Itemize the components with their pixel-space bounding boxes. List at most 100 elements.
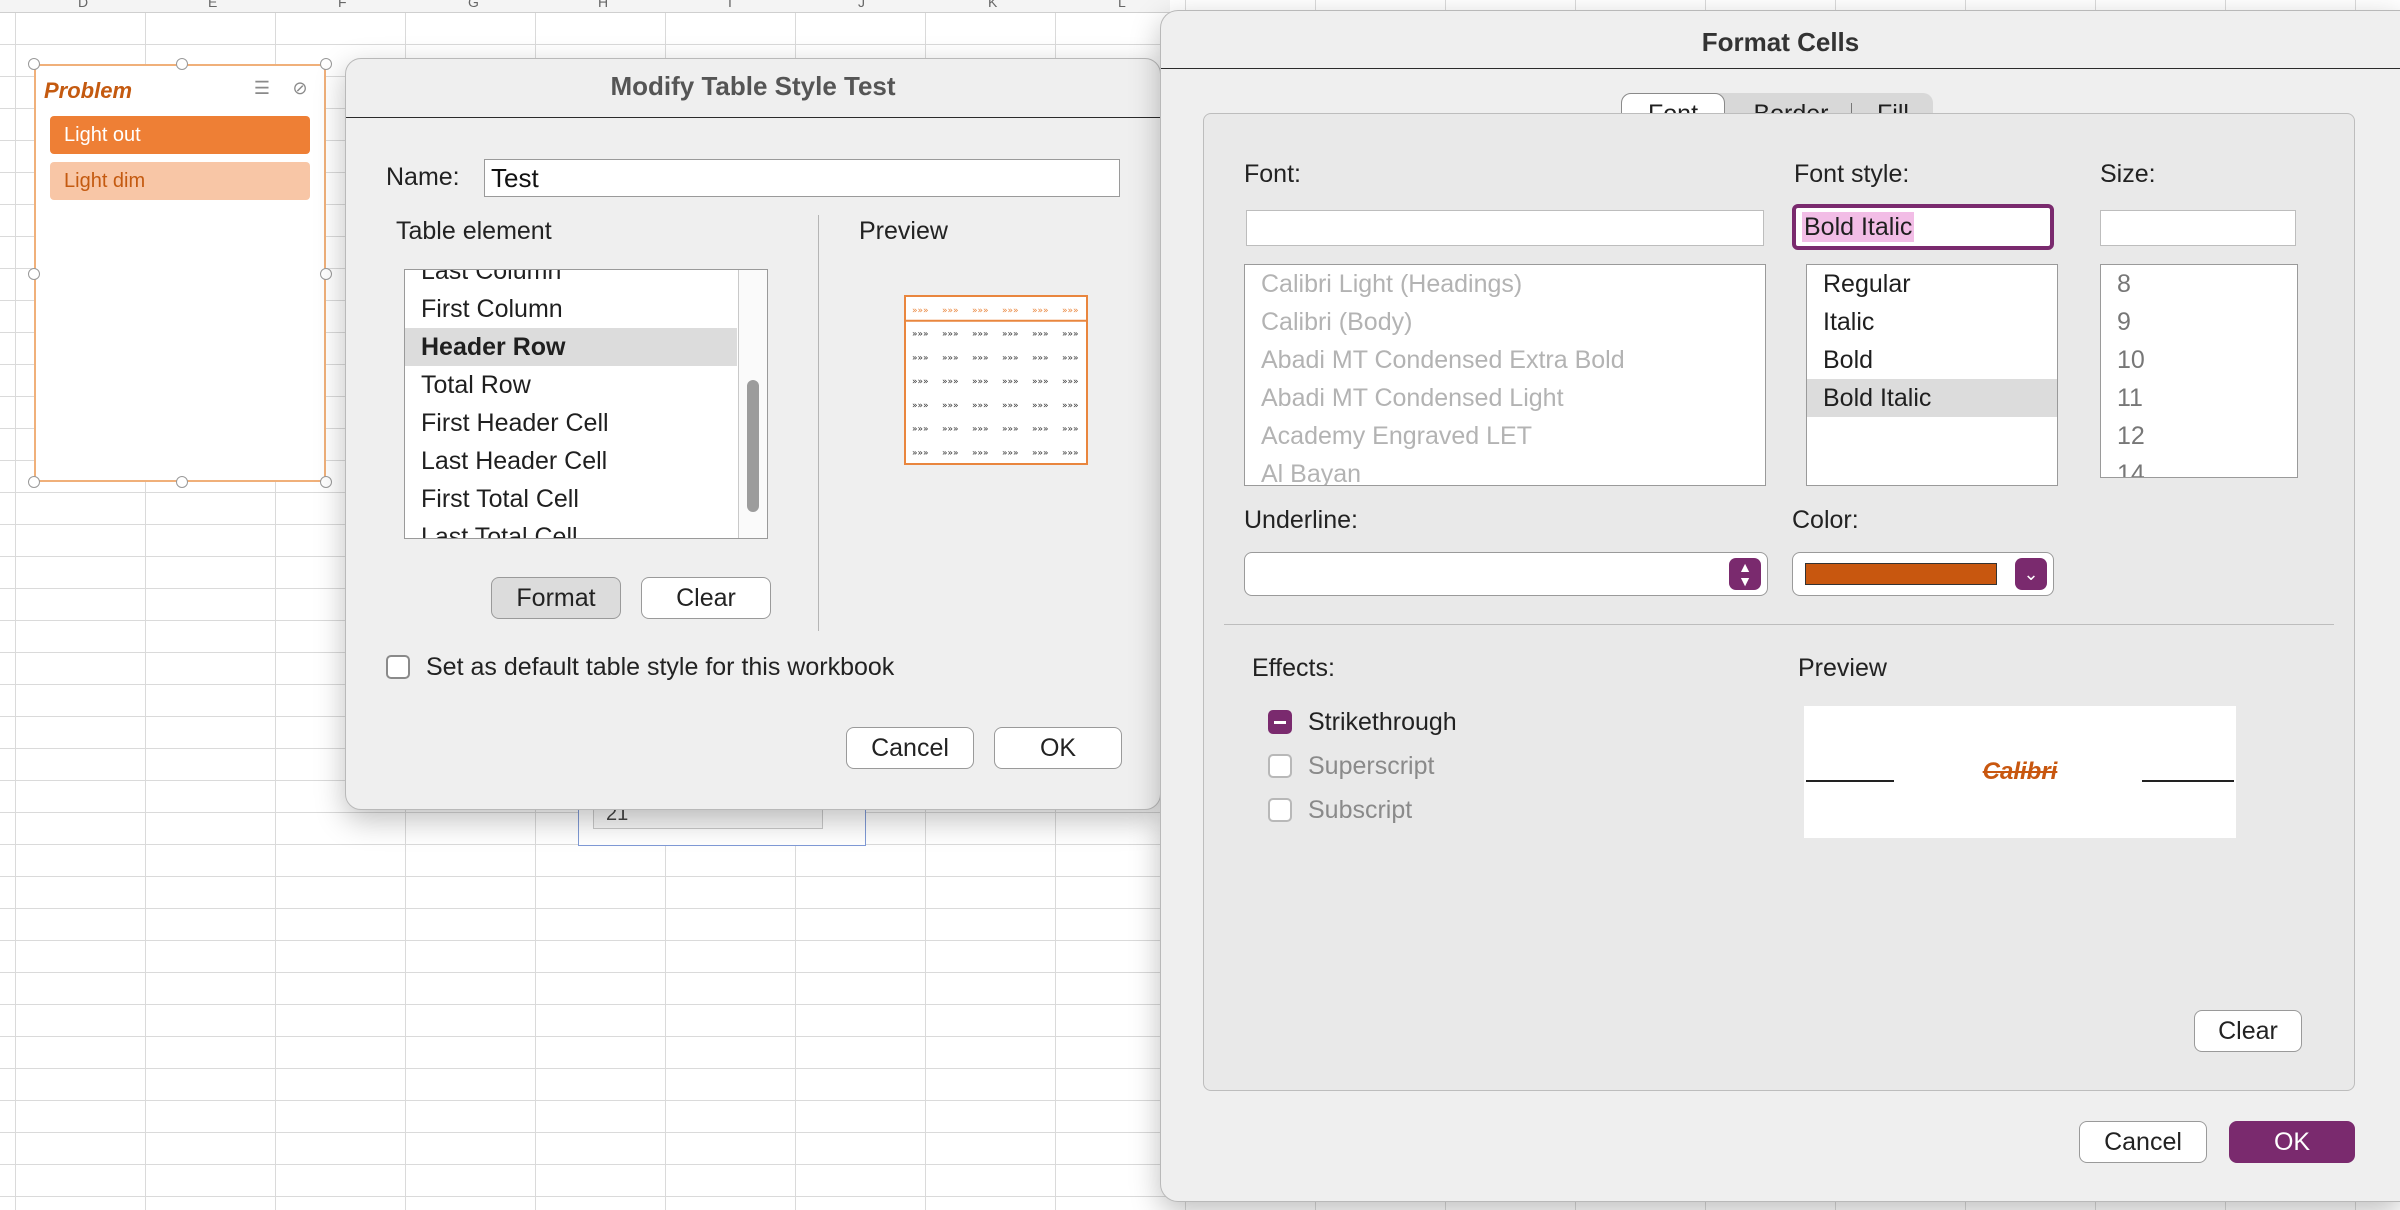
subscript-checkbox[interactable] <box>1268 798 1292 822</box>
font-style-list[interactable]: Regular Italic Bold Bold Italic <box>1806 264 2058 486</box>
format-cells-dialog[interactable]: Format Cells Font Border Fill Font: Cali… <box>1160 10 2400 1202</box>
list-item-header-row[interactable]: Header Row <box>405 328 737 366</box>
preview-body-cell: »»» <box>972 353 989 363</box>
list-item-last-header-cell[interactable]: Last Header Cell <box>405 442 737 480</box>
slicer-title: Problem <box>44 78 133 103</box>
list-item-first-header-cell[interactable]: First Header Cell <box>405 404 737 442</box>
slicer-item-light-dim[interactable]: Light dim <box>50 162 310 200</box>
preview-body-cell: »»» <box>942 448 959 458</box>
style-option-italic[interactable]: Italic <box>1807 303 2057 341</box>
multi-select-icon[interactable]: ☰ <box>248 76 276 100</box>
table-element-label: Table element <box>396 217 552 245</box>
preview-header-cell: »»» <box>942 306 959 316</box>
column-letter[interactable]: E <box>208 0 217 10</box>
size-option[interactable]: 8 <box>2101 265 2297 303</box>
column-letter[interactable]: D <box>78 0 88 10</box>
column-letter[interactable]: F <box>338 0 347 10</box>
effects-label: Effects: <box>1252 654 1335 682</box>
font-style-value: Bold Italic <box>1802 212 1915 242</box>
cancel-button[interactable]: Cancel <box>846 727 974 769</box>
resize-handle[interactable] <box>320 476 332 488</box>
preview-line-right <box>2142 780 2234 782</box>
strikethrough-checkbox[interactable] <box>1268 710 1292 734</box>
list-item-first-column[interactable]: First Column <box>405 290 737 328</box>
list-item-last-column[interactable]: Last Column <box>405 270 737 290</box>
resize-handle[interactable] <box>176 476 188 488</box>
font-option[interactable]: Al Bayan <box>1245 455 1765 485</box>
size-option[interactable]: 9 <box>2101 303 2297 341</box>
preview-body-cell: »»» <box>1032 330 1049 340</box>
slicer-panel[interactable]: Problem ☰ ⊘ Light out Light dim <box>28 58 332 488</box>
column-letter[interactable]: I <box>728 0 732 10</box>
size-option[interactable]: 11 <box>2101 379 2297 417</box>
list-item-last-total-cell[interactable]: Last Total Cell <box>405 518 737 538</box>
font-option[interactable]: Calibri (Body) <box>1245 303 1765 341</box>
preview-body-cell: »»» <box>1062 330 1079 340</box>
chevron-down-icon[interactable]: ⌄ <box>2015 558 2047 590</box>
size-option[interactable]: 14 <box>2101 455 2297 477</box>
slicer-item-light-out[interactable]: Light out <box>50 116 310 154</box>
default-style-checkbox[interactable] <box>386 655 410 679</box>
size-option[interactable]: 10 <box>2101 341 2297 379</box>
resize-handle[interactable] <box>320 268 332 280</box>
font-list[interactable]: Calibri Light (Headings) Calibri (Body) … <box>1244 264 1766 486</box>
font-style-input[interactable]: Bold Italic <box>1792 204 2054 250</box>
resize-handle[interactable] <box>28 58 40 70</box>
style-option-regular[interactable]: Regular <box>1807 265 2057 303</box>
column-letter[interactable]: G <box>468 0 479 10</box>
size-option[interactable]: 12 <box>2101 417 2297 455</box>
preview-body-cell: »»» <box>942 401 959 411</box>
preview-header-cell: »»» <box>1062 306 1079 316</box>
name-input[interactable] <box>484 159 1120 197</box>
font-preview-box: Calibri <box>1804 706 2236 838</box>
list-item-total-row[interactable]: Total Row <box>405 366 737 404</box>
size-input[interactable] <box>2100 210 2296 246</box>
scrollbar-track[interactable] <box>738 270 767 538</box>
size-list[interactable]: 8 9 10 11 12 14 <box>2100 264 2298 478</box>
font-option[interactable]: Abadi MT Condensed Light <box>1245 379 1765 417</box>
preview-body-cell: »»» <box>1062 401 1079 411</box>
color-select[interactable]: ⌄ <box>1792 552 2054 596</box>
column-letter[interactable]: L <box>1118 0 1126 10</box>
table-style-preview: »»» »»» »»» »»» »»» »»» »»» »»» »»» »»» »»» »»» »»» »… <box>904 295 1088 465</box>
list-item-first-total-cell[interactable]: First Total Cell <box>405 480 737 518</box>
resize-handle[interactable] <box>28 476 40 488</box>
clear-filter-icon[interactable]: ⊘ <box>286 76 314 100</box>
column-letter[interactable]: J <box>858 0 865 10</box>
preview-body-cell: »»» <box>1032 377 1049 387</box>
mixed-state-mark <box>1274 721 1286 724</box>
resize-handle[interactable] <box>28 268 40 280</box>
cancel-button[interactable]: Cancel <box>2079 1121 2207 1163</box>
preview-body-cell: »»» <box>1062 448 1079 458</box>
column-letter[interactable]: H <box>598 0 608 10</box>
style-option-bold[interactable]: Bold <box>1807 341 2057 379</box>
font-option[interactable]: Calibri Light (Headings) <box>1245 265 1765 303</box>
clear-button[interactable]: Clear <box>641 577 771 619</box>
style-option-bold-italic[interactable]: Bold Italic <box>1807 379 2057 417</box>
underline-select[interactable]: ▲ ▼ <box>1244 552 1768 596</box>
modify-table-style-dialog[interactable]: Modify Table Style Test Name: Table elem… <box>345 58 1161 810</box>
font-input[interactable] <box>1246 210 1764 246</box>
column-letter[interactable]: K <box>988 0 997 10</box>
format-button[interactable]: Format <box>491 577 621 619</box>
table-element-list[interactable]: Last Column First Column Header Row Tota… <box>404 269 768 539</box>
preview-body-cell: »»» <box>1002 401 1019 411</box>
size-label: Size: <box>2100 160 2156 188</box>
stepper-arrows-icon[interactable]: ▲ ▼ <box>1729 558 1761 590</box>
resize-handle[interactable] <box>176 58 188 70</box>
preview-body-cell: »»» <box>912 448 929 458</box>
ok-button[interactable]: OK <box>2229 1121 2355 1163</box>
preview-body-cell: »»» <box>1032 425 1049 435</box>
font-option[interactable]: Academy Engraved LET <box>1245 417 1765 455</box>
clear-button[interactable]: Clear <box>2194 1010 2302 1052</box>
preview-body-cell: »»» <box>1062 377 1079 387</box>
ok-button[interactable]: OK <box>994 727 1122 769</box>
resize-handle[interactable] <box>320 58 332 70</box>
scrollbar-thumb[interactable] <box>747 380 759 512</box>
preview-body-cell: »»» <box>912 401 929 411</box>
font-option[interactable]: Abadi MT Condensed Extra Bold <box>1245 341 1765 379</box>
superscript-checkbox[interactable] <box>1268 754 1292 778</box>
preview-body-cell: »»» <box>1032 353 1049 363</box>
preview-header-cell: »»» <box>1032 306 1049 316</box>
preview-body-cell: »»» <box>912 330 929 340</box>
